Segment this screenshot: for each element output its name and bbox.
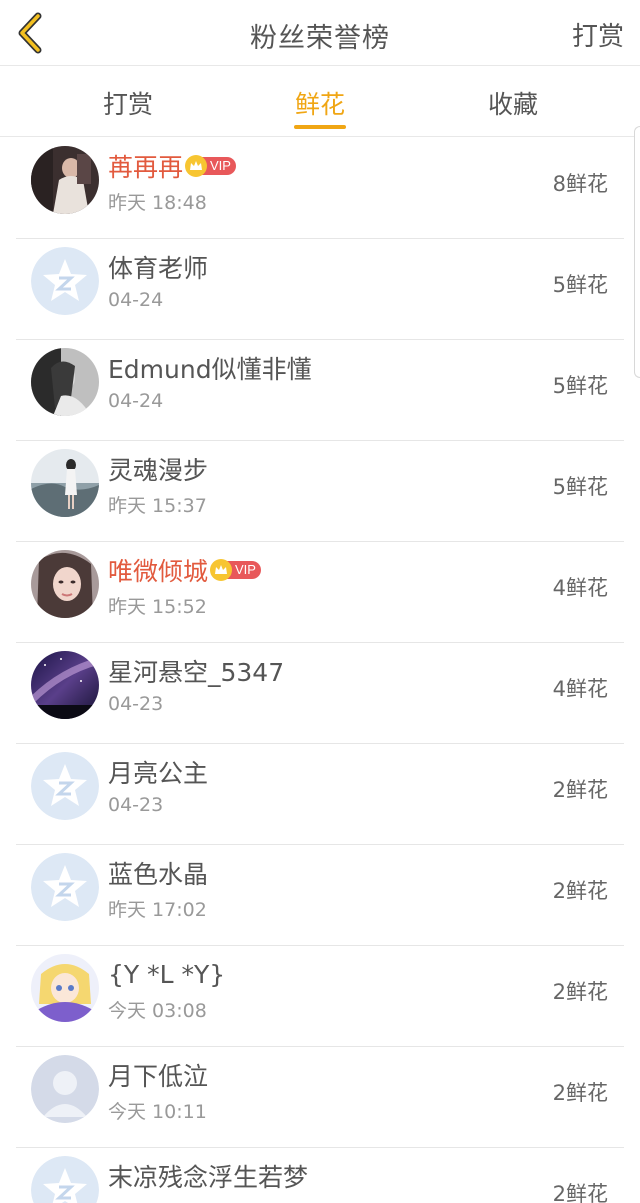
flower-count: 5鲜花 — [552, 374, 608, 398]
flower-count: 5鲜花 — [552, 273, 608, 297]
reward-time: 04-24 — [108, 390, 164, 412]
active-tab-indicator — [294, 125, 346, 129]
default-person-icon — [31, 1055, 99, 1123]
avatar — [31, 853, 99, 921]
reward-button[interactable]: 打赏 — [572, 16, 624, 53]
list-item[interactable]: 蓝色水晶 昨天 17:02 2鲜花 — [0, 845, 640, 946]
list-item[interactable]: {Y *L *Y} 今天 03:08 2鲜花 — [0, 946, 640, 1047]
fan-name: 蓝色水晶 — [108, 860, 209, 889]
reward-time: 昨天 15:37 — [108, 495, 207, 517]
reward-time: 04-24 — [108, 289, 164, 311]
reward-time: 昨天 17:02 — [108, 899, 207, 921]
reward-time: 今天 10:11 — [108, 1101, 207, 1123]
tab-favorites[interactable]: 收藏 — [453, 85, 573, 121]
reward-time: 今天 03:08 — [108, 1000, 207, 1022]
qq-default-icon — [31, 752, 99, 820]
list-item[interactable]: 唯微倾城 VIP 昨天 15:52 4鲜花 — [0, 542, 640, 643]
fan-list: 苒再再 VIP 昨天 18:48 8鲜花 体育老师 04-24 5鲜花 Edmu… — [0, 138, 640, 1203]
list-item[interactable]: 体育老师 04-24 5鲜花 — [0, 239, 640, 340]
crown-icon — [185, 155, 208, 177]
list-item[interactable]: 苒再再 VIP 昨天 18:48 8鲜花 — [0, 138, 640, 239]
tab-bar: 打赏 鲜花 收藏 — [0, 67, 640, 137]
avatar — [31, 1055, 99, 1123]
fan-name: 体育老师 — [108, 254, 209, 283]
crown-icon — [210, 559, 233, 581]
reward-time: 昨天 18:48 — [108, 192, 207, 214]
flower-count: 2鲜花 — [552, 980, 608, 1004]
fan-name: Edmund似懂非懂 — [108, 355, 312, 384]
fan-name: 末凉残念浮生若梦 — [108, 1163, 309, 1192]
flower-count: 5鲜花 — [552, 475, 608, 499]
reward-time: 昨天 15:52 — [108, 596, 207, 618]
header-bar: 粉丝荣誉榜 打赏 — [0, 0, 640, 66]
flower-count: 2鲜花 — [552, 879, 608, 903]
avatar — [31, 146, 99, 214]
fan-name: 苒再再 — [108, 153, 184, 182]
list-item[interactable]: 星河悬空_5347 04-23 4鲜花 — [0, 643, 640, 744]
vip-badge: VIP — [210, 558, 261, 582]
list-item[interactable]: 末凉残念浮生若梦 2鲜花 — [0, 1148, 640, 1203]
fan-name: 月下低泣 — [108, 1062, 209, 1091]
avatar — [31, 1156, 99, 1203]
page-title: 粉丝荣誉榜 — [250, 23, 390, 54]
list-item[interactable]: 月下低泣 今天 10:11 2鲜花 — [0, 1047, 640, 1148]
avatar — [31, 954, 99, 1022]
avatar — [31, 449, 99, 517]
flower-count: 8鲜花 — [552, 172, 608, 196]
tab-reward[interactable]: 打赏 — [68, 85, 188, 121]
flower-count: 4鲜花 — [552, 677, 608, 701]
avatar — [31, 752, 99, 820]
avatar — [31, 651, 99, 719]
list-item[interactable]: 灵魂漫步 昨天 15:37 5鲜花 — [0, 441, 640, 542]
vip-badge: VIP — [185, 154, 236, 178]
avatar — [31, 247, 99, 315]
fan-name: 月亮公主 — [108, 759, 209, 788]
flower-count: 2鲜花 — [552, 1081, 608, 1105]
flower-count: 4鲜花 — [552, 576, 608, 600]
qq-default-icon — [31, 1156, 99, 1203]
fan-name: {Y *L *Y} — [108, 959, 226, 989]
qq-default-icon — [31, 247, 99, 315]
avatar — [31, 550, 99, 618]
reward-time: 04-23 — [108, 794, 164, 816]
reward-time: 04-23 — [108, 693, 164, 715]
qq-default-icon — [31, 853, 99, 921]
tab-flowers[interactable]: 鲜花 — [260, 85, 380, 121]
avatar — [31, 348, 99, 416]
list-item[interactable]: 月亮公主 04-23 2鲜花 — [0, 744, 640, 845]
flower-count: 2鲜花 — [552, 1182, 608, 1203]
fan-name: 星河悬空_5347 — [108, 658, 285, 687]
fan-name: 唯微倾城 — [108, 557, 209, 586]
flower-count: 2鲜花 — [552, 778, 608, 802]
list-item[interactable]: Edmund似懂非懂 04-24 5鲜花 — [0, 340, 640, 441]
fan-name: 灵魂漫步 — [108, 456, 209, 485]
